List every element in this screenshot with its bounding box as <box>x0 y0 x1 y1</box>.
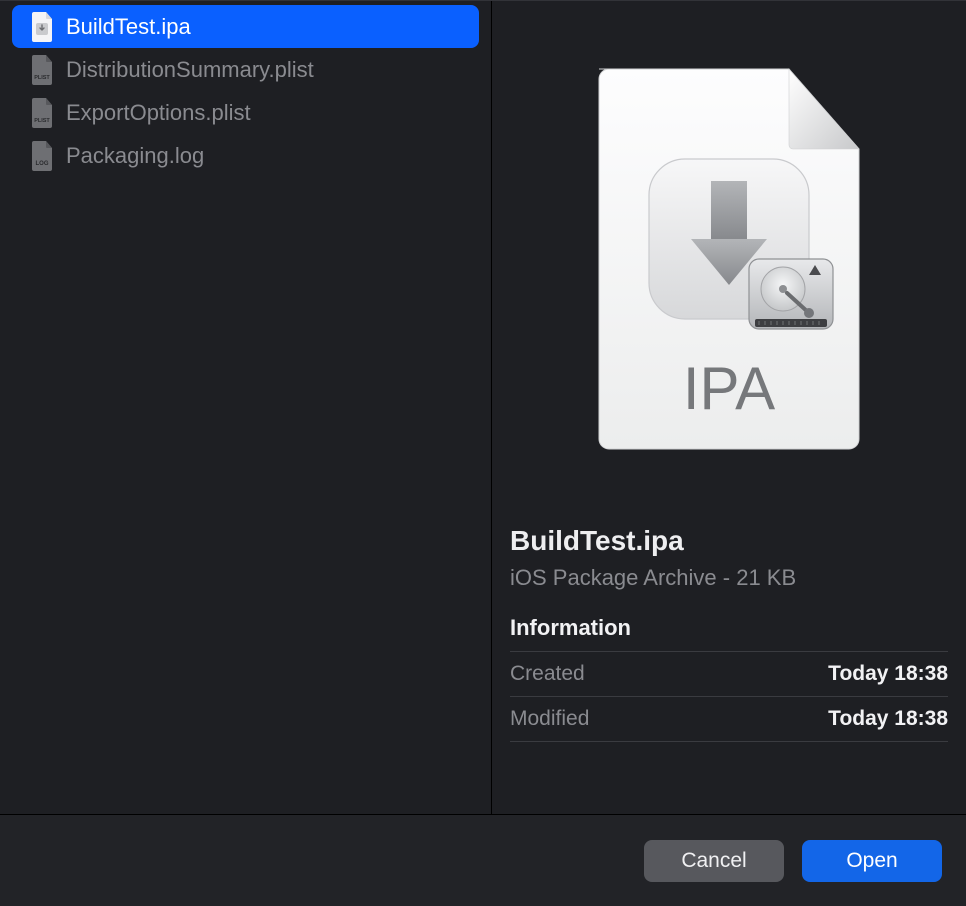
preview-pane: IPA BuildTest.ipa iOS Package Archive - … <box>492 1 966 814</box>
file-name-label: BuildTest.ipa <box>66 14 465 40</box>
info-label: Modified <box>510 707 589 731</box>
dialog-footer: Cancel Open <box>0 814 966 906</box>
dialog-content: BuildTest.ipa PLIST DistributionSummary.… <box>0 1 966 814</box>
ipa-preview-icon: IPA <box>579 59 879 459</box>
info-heading: Information <box>510 615 948 641</box>
preview-icon-wrap: IPA <box>510 29 948 489</box>
plist-file-icon: PLIST <box>30 98 54 128</box>
file-open-dialog: BuildTest.ipa PLIST DistributionSummary.… <box>0 0 966 906</box>
info-value: Today 18:38 <box>828 662 948 686</box>
file-row[interactable]: PLIST DistributionSummary.plist <box>12 48 479 91</box>
svg-text:PLIST: PLIST <box>34 75 50 81</box>
ipa-file-icon <box>30 12 54 42</box>
file-name-label: ExportOptions.plist <box>66 100 465 126</box>
file-row[interactable]: BuildTest.ipa <box>12 5 479 48</box>
file-list: BuildTest.ipa PLIST DistributionSummary.… <box>0 1 492 814</box>
file-name-label: DistributionSummary.plist <box>66 57 465 83</box>
file-row[interactable]: LOG Packaging.log <box>12 134 479 177</box>
svg-text:PLIST: PLIST <box>34 118 50 124</box>
info-row-created: Created Today 18:38 <box>510 651 948 696</box>
svg-text:LOG: LOG <box>36 161 49 167</box>
open-button[interactable]: Open <box>802 840 942 882</box>
ipa-icon-label: IPA <box>683 355 775 422</box>
info-row-modified: Modified Today 18:38 <box>510 696 948 742</box>
cancel-button[interactable]: Cancel <box>644 840 784 882</box>
file-name-label: Packaging.log <box>66 143 465 169</box>
plist-file-icon: PLIST <box>30 55 54 85</box>
preview-filename: BuildTest.ipa <box>510 525 948 557</box>
log-file-icon: LOG <box>30 141 54 171</box>
file-row[interactable]: PLIST ExportOptions.plist <box>12 91 479 134</box>
info-label: Created <box>510 662 585 686</box>
info-value: Today 18:38 <box>828 707 948 731</box>
preview-subtitle: iOS Package Archive - 21 KB <box>510 565 948 591</box>
